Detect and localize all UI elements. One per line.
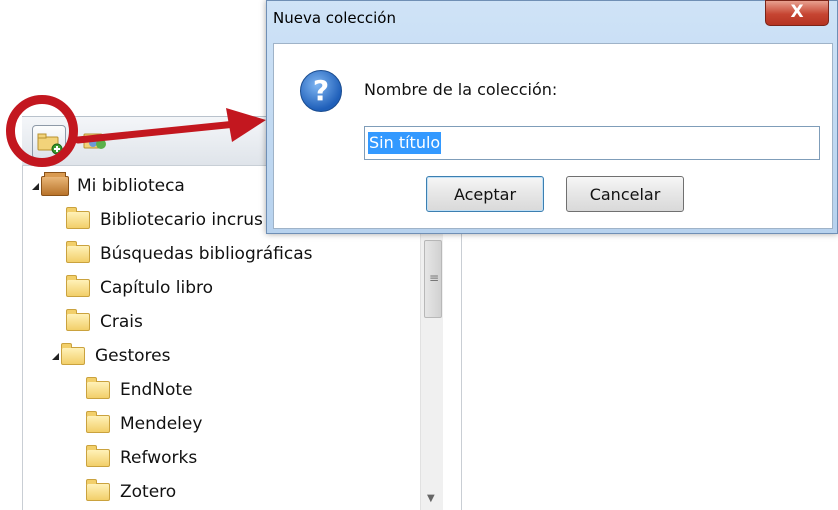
folder-icon bbox=[66, 241, 90, 263]
group-icon bbox=[83, 133, 106, 149]
tree-row-endnote[interactable]: EndNote bbox=[86, 376, 193, 404]
folder-icon bbox=[66, 207, 90, 229]
selected-text: Sin título bbox=[368, 132, 442, 154]
dialog-title: Nueva colección bbox=[273, 9, 396, 27]
dialog-body: ? Nombre de la colección: Sin título Ace… bbox=[273, 43, 833, 229]
library-icon bbox=[41, 172, 69, 196]
folder-icon bbox=[86, 377, 110, 399]
tree-label: Zotero bbox=[120, 482, 177, 502]
tree-label: Mendeley bbox=[120, 414, 203, 434]
tree-row-mendeley[interactable]: Mendeley bbox=[86, 410, 202, 438]
tree-row-gestores[interactable]: Gestores bbox=[52, 342, 171, 370]
scrollbar-thumb[interactable]: ≡ bbox=[424, 240, 442, 318]
tree-row-capitulo-libro[interactable]: Capítulo libro bbox=[66, 274, 213, 302]
scroll-down-arrow-icon[interactable]: ▼ bbox=[427, 493, 435, 504]
tree-label: Mi biblioteca bbox=[77, 176, 185, 196]
tree-row-busquedas[interactable]: Búsquedas bibliográficas bbox=[66, 240, 312, 268]
close-button[interactable]: X bbox=[765, 0, 829, 26]
tree-label: Crais bbox=[100, 312, 143, 332]
highlight-circle bbox=[6, 95, 78, 167]
tree-label: Bibliotecario incrus bbox=[100, 210, 263, 230]
tree-label: Refworks bbox=[120, 448, 198, 468]
folder-icon bbox=[86, 411, 110, 433]
tree-label: Búsquedas bibliográficas bbox=[100, 244, 313, 264]
folder-icon bbox=[66, 275, 90, 297]
tree-row-zotero[interactable]: Zotero bbox=[86, 478, 176, 506]
tree-row-crais[interactable]: Crais bbox=[66, 308, 143, 336]
cancel-button[interactable]: Cancelar bbox=[566, 176, 684, 212]
tree-row-mi-biblioteca[interactable]: Mi biblioteca bbox=[32, 172, 185, 200]
folder-icon bbox=[86, 479, 110, 501]
folder-icon bbox=[66, 309, 90, 331]
expand-arrow-icon[interactable] bbox=[32, 182, 39, 190]
question-icon: ? bbox=[300, 70, 342, 112]
new-group-button[interactable] bbox=[80, 125, 112, 157]
tree-label: Capítulo libro bbox=[100, 278, 214, 298]
expand-arrow-icon[interactable] bbox=[52, 352, 59, 360]
tree-row-bibliotecario[interactable]: Bibliotecario incrus bbox=[66, 206, 263, 234]
tree-scrollbar[interactable]: ≡ ▼ bbox=[420, 232, 443, 510]
new-collection-dialog: Nueva colección X ? Nombre de la colecci… bbox=[266, 0, 838, 234]
collection-name-label: Nombre de la colección: bbox=[364, 80, 558, 99]
grip-icon: ≡ bbox=[429, 271, 440, 285]
folder-icon bbox=[86, 445, 110, 467]
tree-label: Gestores bbox=[95, 346, 171, 366]
close-icon: X bbox=[790, 2, 804, 22]
tree-label: EndNote bbox=[120, 380, 193, 400]
folder-icon bbox=[61, 343, 85, 365]
accept-button[interactable]: Aceptar bbox=[426, 176, 544, 212]
tree-row-refworks[interactable]: Refworks bbox=[86, 444, 197, 472]
